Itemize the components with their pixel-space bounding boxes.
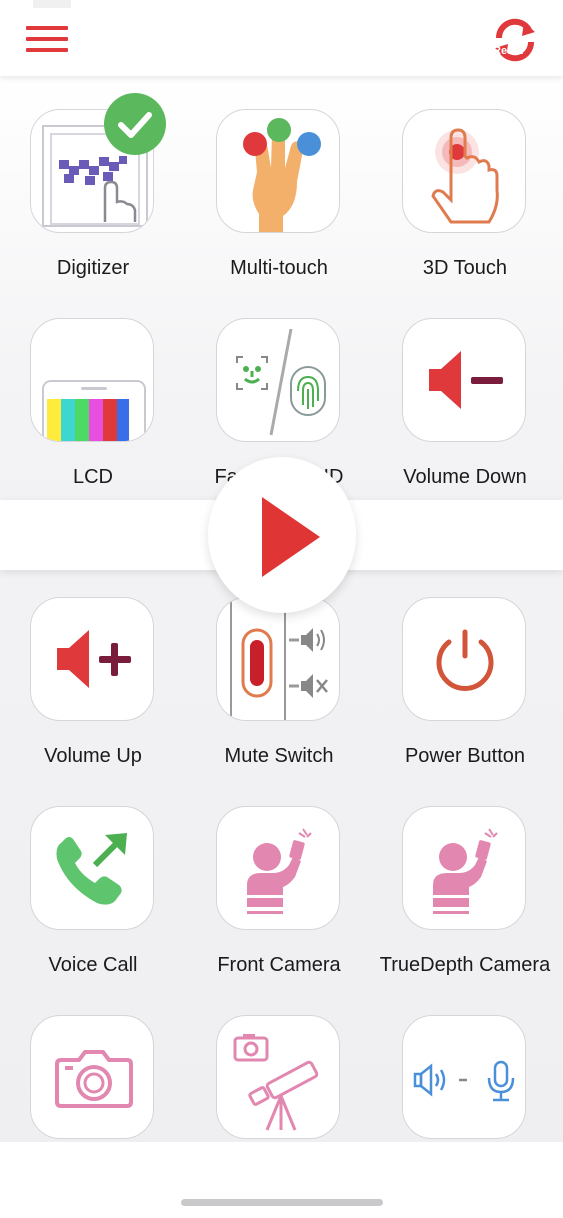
multi-touch-icon (216, 109, 340, 233)
tile-label: LCD (72, 466, 113, 488)
rear-camera-icon (30, 1015, 154, 1139)
refresh-icon[interactable]: Reset (491, 16, 539, 64)
test-tile-lcd[interactable]: LCD (0, 318, 186, 518)
footer-bar (0, 1142, 563, 1218)
tile-label: Volume Up (44, 745, 142, 767)
volume-up-icon (30, 597, 154, 721)
home-indicator[interactable] (181, 1199, 383, 1206)
test-tile-digitizer[interactable]: Digitizer (0, 93, 186, 309)
power-button-icon (402, 597, 526, 721)
3d-touch-icon (402, 109, 526, 233)
test-tile-front-camera[interactable]: Front Camera (186, 806, 372, 1006)
tile-label: Voice Call (48, 954, 138, 976)
refresh-label: Reset (493, 45, 523, 57)
test-tile-voice-call[interactable]: Voice Call (0, 806, 186, 1006)
play-icon (262, 497, 320, 577)
test-tile-3d-touch[interactable]: 3D Touch (372, 109, 558, 309)
voice-call-icon (30, 806, 154, 930)
tile-label: Front Camera (217, 954, 341, 976)
test-tile-truedepth-camera[interactable]: TrueDepth Camera (372, 806, 558, 1006)
mute-switch-icon (216, 597, 340, 721)
tile-label: Power Button (404, 745, 526, 767)
test-tile-power-button[interactable]: Power Button (372, 597, 558, 797)
play-button[interactable] (208, 457, 356, 613)
tile-label: Digitizer (56, 257, 130, 279)
tile-label: Volume Down (403, 466, 527, 488)
face-touch-id-icon (216, 318, 340, 442)
tile-label: Mute Switch (224, 745, 334, 767)
tile-label: 3D Touch (422, 257, 508, 279)
speaker-microphone-icon (402, 1015, 526, 1139)
test-tile-multi-touch[interactable]: Multi-touch (186, 109, 372, 309)
truedepth-camera-icon (402, 806, 526, 930)
tile-label: TrueDepth Camera (379, 954, 551, 976)
status-bar-remnant (33, 0, 71, 8)
test-tile-volume-up[interactable]: Volume Up (0, 597, 186, 797)
tile-label: Multi-touch (230, 257, 328, 279)
header-bar: Reset (0, 0, 563, 76)
volume-down-icon (402, 318, 526, 442)
hamburger-menu-icon[interactable] (22, 22, 72, 56)
telephoto-camera-icon (216, 1015, 340, 1139)
lcd-icon (30, 318, 154, 442)
test-tile-mute-switch[interactable]: Mute Switch (186, 597, 372, 797)
test-tile-volume-down[interactable]: Volume Down (372, 318, 558, 518)
checkmark-icon (104, 93, 166, 155)
front-camera-icon (216, 806, 340, 930)
